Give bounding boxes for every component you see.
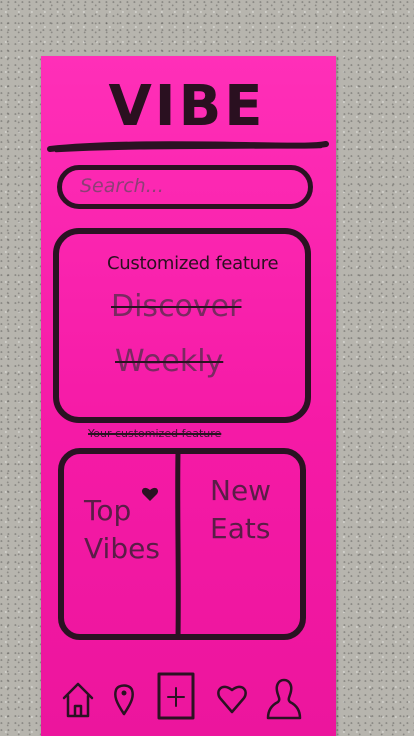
home-icon xyxy=(62,682,94,718)
app-logo: VIBE xyxy=(108,74,266,139)
heart-icon xyxy=(141,487,159,501)
add-icon xyxy=(157,672,195,720)
feature-title: Customized feature xyxy=(107,253,279,274)
search-placeholder: Search... xyxy=(80,175,164,197)
profile-icon xyxy=(266,678,302,720)
tab-profile[interactable] xyxy=(264,672,304,724)
tile-label-top-vibes: Top Vibes xyxy=(84,494,160,565)
feature-caption: Your customized feature xyxy=(88,427,222,440)
bottom-tab-bar xyxy=(52,672,314,728)
location-pin-icon xyxy=(114,684,134,716)
tab-favorites[interactable] xyxy=(212,672,252,724)
header-divider xyxy=(47,141,329,153)
heart-icon xyxy=(217,685,247,714)
tab-home[interactable] xyxy=(58,672,98,724)
struck-text-discover: Discover xyxy=(111,289,242,324)
tile-label-new-eats: New Eats xyxy=(210,474,272,545)
tab-location[interactable] xyxy=(104,672,144,724)
tab-add[interactable] xyxy=(156,672,196,724)
struck-text-weekly: Weekly xyxy=(115,344,224,379)
